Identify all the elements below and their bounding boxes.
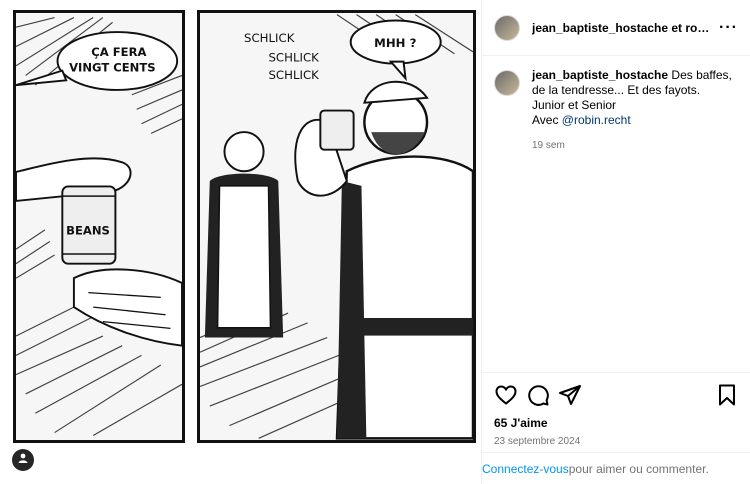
sfx-schlick-3: SCHLICK: [268, 68, 319, 82]
comic-panel-2-art: SCHLICK SCHLICK SCHLICK MHH ?: [200, 14, 473, 440]
caption-line-2: de la tendresse... Et des fayots.: [532, 83, 701, 97]
post-header: jean_baptiste_hostache et robin. ···: [482, 0, 750, 56]
likes-count[interactable]: 65 J'aime: [494, 416, 739, 430]
post-sidebar: jean_baptiste_hostache et robin. ··· jea…: [481, 0, 750, 484]
caption-mention[interactable]: @robin.recht: [562, 113, 631, 127]
more-horizontal-icon[interactable]: ···: [714, 19, 738, 37]
heart-icon[interactable]: [494, 383, 518, 407]
caption-line-4-prefix: Avec: [532, 113, 562, 127]
comic-panel-2: SCHLICK SCHLICK SCHLICK MHH ?: [197, 10, 476, 443]
user-tag-button[interactable]: [12, 449, 34, 471]
caption-body: jean_baptiste_hostache Des baffes, de la…: [532, 68, 732, 153]
caption: jean_baptiste_hostache Des baffes, de la…: [482, 56, 750, 153]
login-text: pour aimer ou commenter.: [568, 461, 709, 476]
caption-line-1: Des baffes,: [671, 68, 732, 82]
caption-username[interactable]: jean_baptiste_hostache: [532, 68, 668, 82]
sfx-schlick-1: SCHLICK: [244, 31, 295, 45]
login-link[interactable]: Connectez-vous: [482, 462, 569, 476]
sfx-schlick-2: SCHLICK: [268, 51, 319, 65]
bookmark-icon[interactable]: [715, 383, 739, 407]
caption-time[interactable]: 19 sem: [532, 138, 732, 153]
comment-icon[interactable]: [526, 383, 550, 407]
comic-panel-1: BEANS ÇA FERA VINGT CENTS: [13, 10, 185, 443]
caption-line-3: Junior et Senior: [532, 98, 617, 112]
bubble-1-line-1: ÇA FERA: [91, 45, 146, 59]
share-icon[interactable]: [558, 383, 582, 407]
instagram-post: BEANS ÇA FERA VINGT CENTS SCHLICK SCHLIC…: [0, 0, 750, 484]
user-tag-icon: [17, 451, 29, 469]
post-date[interactable]: 23 septembre 2024: [494, 436, 739, 447]
bubble-2: MHH ?: [374, 36, 416, 50]
post-image[interactable]: BEANS ÇA FERA VINGT CENTS SCHLICK SCHLIC…: [0, 0, 481, 484]
header-username[interactable]: jean_baptiste_hostache et robin.: [532, 21, 714, 35]
avatar[interactable]: [494, 14, 520, 41]
action-bar: 65 J'aime 23 septembre 2024: [482, 372, 750, 447]
caption-avatar[interactable]: [494, 70, 520, 96]
comic-panel-1-art: BEANS ÇA FERA VINGT CENTS: [16, 16, 182, 436]
can-label: BEANS: [66, 224, 110, 238]
bubble-1-line-2: VINGT CENTS: [69, 61, 156, 75]
login-prompt: Connectez-vous pour aimer ou commenter.: [482, 452, 750, 484]
